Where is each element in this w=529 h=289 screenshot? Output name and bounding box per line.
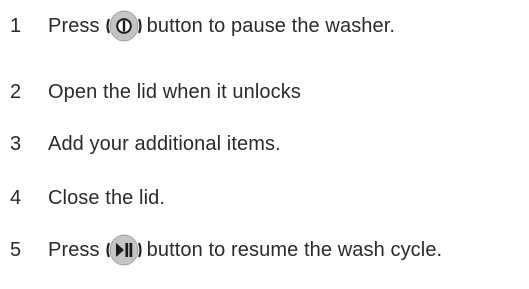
- step-text-after: button to resume the wash cycle.: [146, 238, 443, 261]
- step-text-before: Press: [48, 14, 100, 37]
- step-text: Open the lid when it unlocks: [48, 80, 301, 103]
- step-number: 3: [10, 132, 22, 155]
- step-number: 4: [10, 186, 22, 209]
- step-text-before: Press: [48, 238, 100, 261]
- step-number: 5: [10, 238, 22, 261]
- step-number: 2: [10, 80, 22, 103]
- play-pause-button-icon: [104, 233, 144, 267]
- step-4: 4 Close the lid.: [0, 178, 529, 218]
- step-3: 3 Add your additional items.: [0, 124, 529, 164]
- step-text-after: button to pause the washer.: [146, 14, 396, 37]
- step-text: Close the lid.: [48, 186, 166, 209]
- step-5: 5 Press button to resume the wash cycle.: [0, 230, 529, 270]
- power-button-icon: [104, 9, 144, 43]
- step-number: 1: [10, 14, 22, 37]
- step-1: 1 Press button to pause the washer.: [0, 6, 529, 46]
- step-2: 2 Open the lid when it unlocks: [0, 72, 529, 112]
- step-text: Add your additional items.: [48, 132, 281, 155]
